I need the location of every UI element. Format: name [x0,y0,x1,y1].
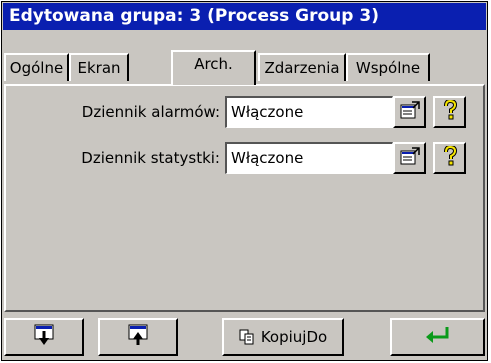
help-question-icon [443,144,457,170]
download-icon [33,324,55,350]
copy-to-button[interactable]: KopiujDo [222,318,344,356]
tab-screen[interactable]: Ekran [69,53,129,81]
stats-log-label: Dziennik statystki: [81,149,220,167]
alarm-log-field[interactable]: Włączone [225,96,393,128]
bottom-toolbar: KopiujDo [4,318,485,356]
alarm-log-label: Dziennik alarmów: [81,103,220,121]
help-question-icon [443,98,457,124]
edit-group-dialog: Edytowana grupa: 3 (Process Group 3) Ogó… [1,1,488,361]
alarm-log-properties-button[interactable] [393,96,426,128]
archive-panel: Dziennik alarmów: Włączone Dziennik stat… [4,84,485,312]
stats-log-properties-button[interactable] [393,142,426,174]
upload-button[interactable] [98,318,178,356]
tab-events[interactable]: Zdarzenia [258,53,346,81]
enter-button[interactable] [390,318,485,356]
tab-bar: Ogólne Ekran Arch. Zdarzenia Wspólne [2,31,487,89]
properties-icon [400,101,420,123]
upload-icon [127,324,149,350]
stats-log-help-button[interactable] [433,142,466,174]
download-button[interactable] [4,318,84,356]
tab-common[interactable]: Wspólne [346,53,430,81]
tab-archive[interactable]: Arch. [171,50,256,85]
copy-to-label: KopiujDo [260,328,328,346]
window-title: Edytowana grupa: 3 (Process Group 3) [3,3,486,30]
properties-icon [400,147,420,169]
alarm-log-row: Dziennik alarmów: Włączone [6,96,483,128]
enter-arrow-icon [425,326,451,348]
copy-icon [239,329,255,345]
stats-log-field[interactable]: Włączone [225,142,393,174]
tab-general[interactable]: Ogólne [4,53,69,81]
alarm-log-help-button[interactable] [433,96,466,128]
stats-log-row: Dziennik statystki: Włączone [6,142,483,174]
